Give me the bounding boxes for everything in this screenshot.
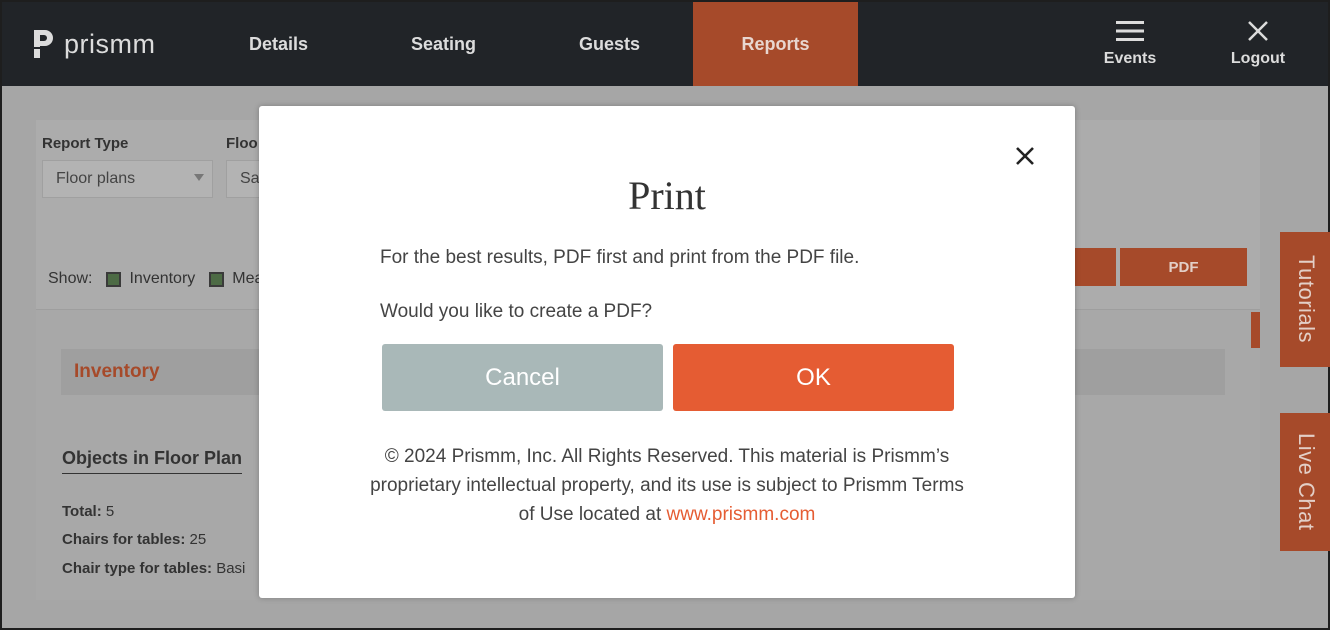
- stat-label: Total:: [62, 503, 102, 520]
- events-label: Events: [1103, 50, 1157, 67]
- logout-label: Logout: [1230, 50, 1286, 67]
- objects-title: Objects in Floor Plan: [62, 448, 243, 474]
- ok-button[interactable]: OK: [673, 344, 954, 411]
- hamburger-menu-icon: [1116, 21, 1144, 41]
- pdf-button[interactable]: PDF: [1120, 248, 1247, 286]
- nav-tab-guests[interactable]: Guests: [527, 2, 692, 86]
- nav-tab-seating[interactable]: Seating: [361, 2, 526, 86]
- logout-button[interactable]: Logout: [1218, 20, 1298, 68]
- print-dialog: Print For the best results, PDF first an…: [259, 106, 1075, 598]
- stat-value: Basi: [216, 560, 246, 577]
- stat-chair-type: Chair type for tables: Basi: [62, 560, 245, 577]
- live-chat-label: Live Chat: [1294, 433, 1319, 531]
- prismm-website-link[interactable]: www.prismm.com: [667, 504, 816, 525]
- dialog-message: For the best results, PDF first and prin…: [380, 247, 860, 268]
- inventory-checkbox[interactable]: [106, 271, 122, 287]
- scroll-indicator: [1251, 312, 1260, 348]
- tutorials-tab[interactable]: Tutorials: [1280, 232, 1330, 367]
- inventory-option-label: Inventory: [129, 270, 196, 287]
- legal-notice: © 2024 Prismm, Inc. All Rights Reserved.…: [367, 442, 967, 529]
- top-nav: prismm Details Seating Guests Reports Ev…: [2, 2, 1328, 86]
- live-chat-tab[interactable]: Live Chat: [1280, 413, 1330, 551]
- nav-tab-reports[interactable]: Reports: [693, 2, 858, 86]
- report-type-value: Floor plans: [56, 170, 136, 187]
- stat-total: Total: 5: [62, 503, 114, 520]
- events-button[interactable]: Events: [1090, 20, 1170, 68]
- stat-chairs: Chairs for tables: 25: [62, 531, 206, 548]
- cancel-button[interactable]: Cancel: [382, 344, 663, 411]
- brand-name: prismm: [64, 28, 156, 59]
- stat-value: 25: [189, 531, 207, 548]
- report-type-label: Report Type: [42, 135, 129, 152]
- close-icon: [1248, 21, 1268, 41]
- tutorials-label: Tutorials: [1294, 255, 1319, 344]
- inventory-section-title: Inventory: [74, 361, 160, 382]
- dropdown-arrow-icon: [194, 174, 204, 181]
- report-type-select[interactable]: Floor plans: [42, 160, 213, 198]
- stat-label: Chair type for tables:: [62, 560, 213, 577]
- stat-value: 5: [105, 503, 115, 520]
- show-label: Show:: [48, 270, 93, 287]
- close-icon[interactable]: [1011, 142, 1039, 170]
- nav-tab-details[interactable]: Details: [196, 2, 361, 86]
- dialog-title: Print: [628, 173, 706, 218]
- prismm-logo-icon: [34, 30, 53, 58]
- dialog-question: Would you like to create a PDF?: [380, 301, 653, 322]
- floor-label: Floo: [226, 135, 258, 152]
- brand-logo[interactable]: prismm: [32, 28, 156, 60]
- stat-label: Chairs for tables:: [62, 531, 186, 548]
- show-options: Show: Inventory Mea: [48, 270, 263, 288]
- meal-checkbox[interactable]: [209, 271, 225, 287]
